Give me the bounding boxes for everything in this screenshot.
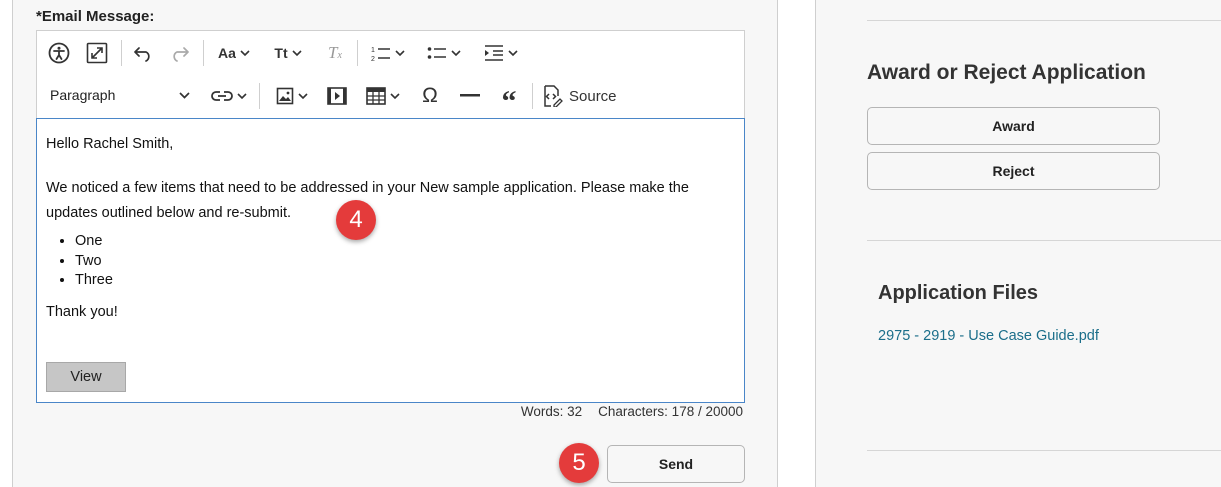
- chevron-down-icon: [179, 91, 190, 99]
- undo-icon[interactable]: [128, 38, 158, 68]
- source-button[interactable]: Source: [541, 81, 631, 111]
- paragraph-style-select[interactable]: Paragraph: [50, 82, 190, 108]
- divider: [867, 240, 1221, 241]
- step-badge-5: 5: [559, 443, 599, 483]
- image-icon[interactable]: [268, 81, 316, 111]
- list-item: One: [75, 232, 113, 252]
- accessibility-icon[interactable]: [44, 38, 74, 68]
- source-label: Source: [569, 87, 617, 105]
- email-panel: *Email Message: Aa Tt Tx 12 Paragraph Ω …: [12, 0, 778, 487]
- font-family-icon[interactable]: Aa: [210, 38, 258, 68]
- application-sidebar: Award or Reject Application Award Reject…: [815, 0, 1221, 487]
- blockquote-icon[interactable]: “: [494, 81, 524, 117]
- greeting-text: Hello Rachel Smith,: [46, 136, 174, 152]
- message-line-1: We noticed a few items that need to be a…: [46, 180, 689, 196]
- indent-icon[interactable]: [477, 38, 525, 68]
- chevron-down-icon: [395, 49, 405, 56]
- email-message-label: *Email Message:: [36, 8, 155, 25]
- bulleted-list-icon[interactable]: [420, 38, 468, 68]
- numbered-list-icon[interactable]: 12: [364, 38, 412, 68]
- bullet-list: One Two Three: [75, 232, 113, 291]
- list-item: Three: [75, 271, 113, 291]
- svg-text:1: 1: [371, 47, 375, 54]
- chevron-down-icon: [237, 92, 247, 99]
- email-body-editor[interactable]: Hello Rachel Smith, We noticed a few ite…: [36, 118, 745, 403]
- fullscreen-icon[interactable]: [82, 38, 112, 68]
- toolbar-separator: [532, 83, 533, 109]
- message-line-2: updates outlined below and re-submit.: [46, 205, 292, 221]
- font-size-icon[interactable]: Tt: [265, 38, 311, 68]
- view-button[interactable]: View: [46, 362, 126, 392]
- chevron-down-icon: [508, 49, 518, 56]
- paragraph-style-label: Paragraph: [50, 87, 116, 103]
- chevron-down-icon: [240, 49, 250, 56]
- remove-format-icon[interactable]: Tx: [320, 38, 350, 68]
- reject-button[interactable]: Reject: [867, 152, 1160, 190]
- closing-text: Thank you!: [46, 304, 118, 320]
- media-icon[interactable]: [322, 81, 352, 111]
- toolbar-separator: [203, 40, 204, 66]
- chevron-down-icon: [451, 49, 461, 56]
- files-section-title: Application Files: [878, 282, 1039, 304]
- redo-icon[interactable]: [165, 38, 195, 68]
- editor-toolbar: Aa Tt Tx 12 Paragraph Ω “ Source: [36, 30, 745, 118]
- send-button[interactable]: Send: [607, 445, 745, 483]
- special-character-icon[interactable]: Ω: [415, 81, 445, 111]
- chevron-down-icon: [292, 49, 302, 56]
- svg-text:2: 2: [371, 56, 375, 62]
- chevron-down-icon: [390, 92, 400, 99]
- list-item: Two: [75, 252, 113, 272]
- toolbar-separator: [121, 40, 122, 66]
- divider: [867, 450, 1221, 451]
- word-count: Words: 32: [520, 404, 583, 419]
- toolbar-separator: [357, 40, 358, 66]
- horizontal-line-icon[interactable]: [455, 81, 485, 111]
- source-icon: [544, 85, 563, 107]
- step-badge-4: 4: [336, 200, 376, 240]
- character-count: Characters: 178 / 20000: [598, 404, 743, 419]
- chevron-down-icon: [298, 92, 308, 99]
- table-icon[interactable]: [359, 81, 407, 111]
- award-section-title: Award or Reject Application: [867, 61, 1146, 84]
- divider: [867, 20, 1221, 21]
- link-icon[interactable]: [205, 81, 253, 111]
- award-button[interactable]: Award: [867, 107, 1160, 145]
- word-character-count: Words: 32 Characters: 178 / 20000: [521, 404, 743, 419]
- toolbar-separator: [259, 83, 260, 109]
- file-link[interactable]: 2975 - 2919 - Use Case Guide.pdf: [878, 328, 1099, 344]
